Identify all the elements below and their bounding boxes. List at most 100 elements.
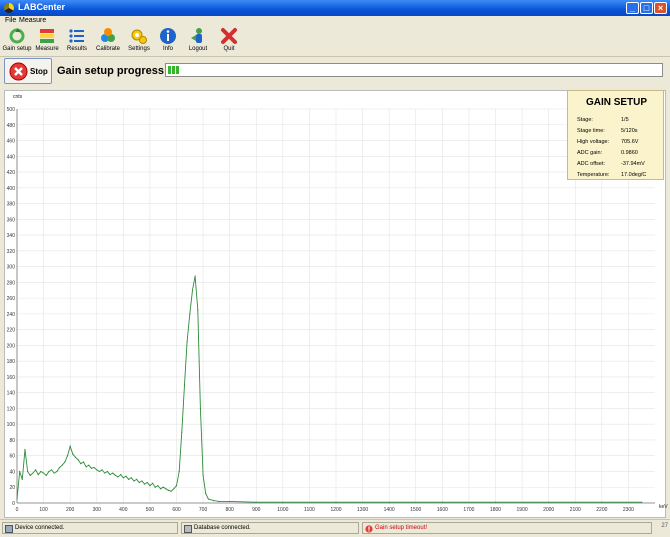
spectrum-point — [98, 470, 101, 473]
x-tick-label: 600 — [172, 507, 181, 513]
spectrum-point — [104, 472, 106, 474]
y-tick-label: 20 — [9, 485, 15, 491]
y-tick-label: 260 — [7, 296, 16, 302]
stop-icon — [9, 62, 28, 81]
x-tick-label: 900 — [252, 507, 261, 513]
device-status: Device connected. — [2, 522, 178, 534]
minimize-button[interactable]: _ — [626, 2, 639, 14]
spectrum-point — [189, 313, 191, 315]
y-tick-label: 140 — [7, 391, 16, 397]
spectrum-point — [154, 486, 156, 488]
close-button[interactable]: × — [654, 2, 667, 14]
calibrate-button[interactable]: Calibrate — [94, 27, 122, 55]
spectrum-point — [35, 469, 37, 471]
spectrum-point — [601, 501, 603, 503]
x-tick-label: 2200 — [596, 507, 607, 513]
spectrum-point — [120, 474, 122, 476]
spectrum-point — [19, 470, 21, 473]
spectrum-point — [229, 500, 231, 503]
spectrum-point — [42, 472, 45, 474]
y-tick-label: 440 — [7, 154, 16, 160]
y-tick-label: 280 — [7, 280, 16, 286]
alert-status: Gain setup timeout! — [362, 522, 652, 534]
x-tick-label: 1000 — [277, 507, 288, 513]
results-button[interactable]: Results — [64, 27, 90, 55]
gain-setup-icon — [9, 28, 25, 44]
device-icon — [5, 525, 13, 533]
x-tick-label: 200 — [66, 507, 75, 513]
spectrum-point — [205, 492, 207, 495]
y-tick-label: 60 — [9, 454, 15, 460]
spectrum-point — [117, 476, 119, 478]
spectrum-point — [202, 474, 204, 477]
y-tick-label: 160 — [7, 375, 16, 381]
measure-button[interactable]: Measure — [34, 27, 60, 55]
quit-button[interactable]: Quit — [218, 27, 240, 55]
spectrum-point — [24, 448, 26, 451]
spectrum-point — [53, 472, 55, 474]
gain-setup-title: GAIN SETUP — [585, 97, 648, 108]
x-tick-label: 0 — [16, 507, 19, 513]
y-tick-label: 200 — [7, 343, 16, 349]
settings-button[interactable]: Settings — [126, 27, 152, 55]
spectrum-point — [29, 474, 31, 477]
database-icon — [184, 525, 192, 533]
spectrum-point — [72, 453, 74, 455]
spectrum-point — [16, 498, 18, 500]
high-voltage-row: High voltage: 705.6V — [577, 139, 639, 145]
spectrum-point — [50, 469, 53, 471]
status-corner: 27 — [661, 523, 668, 529]
logout-button[interactable]: Logout — [186, 27, 210, 55]
spectrum-point — [165, 488, 167, 490]
info-button[interactable]: Info — [158, 27, 178, 55]
y-tick-label: 220 — [7, 328, 16, 334]
spectrum-point — [144, 483, 146, 485]
spectrum-point — [218, 500, 220, 503]
window-title: LABCenter — [18, 2, 66, 12]
y-tick-label: 420 — [7, 170, 16, 176]
y-tick-label: 500 — [7, 107, 16, 113]
stop-button[interactable]: Stop — [4, 58, 52, 84]
spectrum-point — [162, 486, 164, 488]
menu-measure[interactable]: Measure — [19, 17, 46, 24]
y-axis-unit: cnts — [13, 94, 23, 100]
spectrum-point — [138, 481, 140, 484]
x-tick-label: 2100 — [570, 507, 581, 513]
x-axis-unit: keV — [659, 504, 668, 510]
stage-time-row: Stage time: 5/120s — [577, 128, 638, 134]
spectrum-point — [130, 477, 132, 479]
menu-file[interactable]: File — [5, 17, 16, 24]
spectrum-point — [133, 480, 135, 482]
x-tick-label: 2000 — [543, 507, 554, 513]
x-tick-label: 1800 — [490, 507, 501, 513]
warning-icon — [365, 525, 373, 533]
gain-setup-button[interactable]: Gain setup — [2, 27, 32, 55]
spectrum-point — [175, 485, 178, 487]
spectrum-point — [159, 488, 162, 490]
spectrum-point — [101, 469, 103, 471]
spectrum-point — [122, 477, 124, 479]
spectrum-point — [181, 431, 183, 433]
adc-offset-row: ADC offset: -37.94mV — [577, 161, 645, 167]
spectrum-point — [335, 501, 337, 503]
menu-bar: File Measure — [0, 16, 670, 26]
spectrum-point — [77, 459, 79, 461]
spectrum-point — [88, 464, 90, 466]
spectrum-point — [149, 485, 151, 487]
x-tick-label: 400 — [119, 507, 128, 513]
x-tick-label: 1100 — [304, 507, 315, 513]
spectrum-point — [114, 474, 116, 477]
spectrum-point — [66, 455, 69, 457]
maximize-button[interactable]: □ — [640, 2, 653, 14]
spectrum-point — [56, 470, 58, 473]
spectrum-point — [146, 481, 148, 484]
spectrum-point — [282, 501, 284, 503]
y-tick-label: 480 — [7, 123, 16, 129]
spectrum-point — [128, 478, 130, 480]
y-tick-label: 240 — [7, 312, 16, 318]
spectrum-point — [80, 463, 82, 465]
adc-gain-row: ADC gain: 0.9860 — [577, 150, 638, 156]
spectrum-point — [199, 407, 202, 410]
spectrum-point — [109, 474, 111, 476]
temperature-row: Temperature: 17.0deg/C — [577, 172, 647, 178]
